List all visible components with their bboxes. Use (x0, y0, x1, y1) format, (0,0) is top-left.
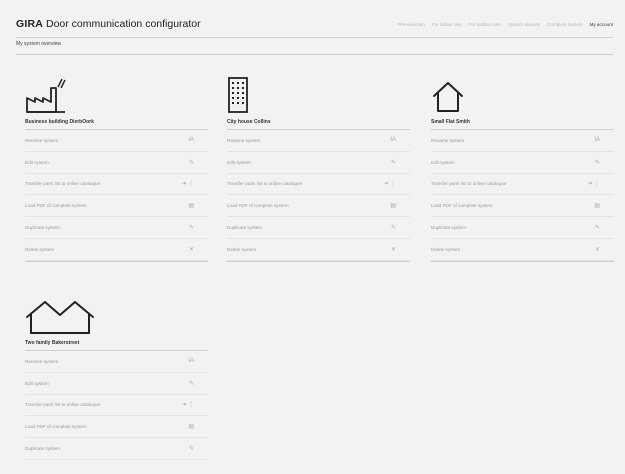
export-icon: ⇥ ⋮ (181, 181, 194, 188)
pdf-document-icon: ▤ (188, 203, 194, 210)
house-icon (433, 82, 463, 112)
action-label: Delete system (431, 246, 461, 252)
action-label: Transfer parts list to online catalogue (431, 181, 507, 187)
apartment-building-icon (228, 77, 248, 113)
page-title: My system overview (16, 41, 62, 47)
text-cursor-icon: IA (390, 137, 396, 144)
action-label: Rename system (227, 137, 261, 143)
action-label: Load PDF of complete system (25, 424, 87, 430)
nav-indoor[interactable]: For indoor use (432, 22, 462, 27)
close-icon: ✕ (390, 246, 396, 253)
action-label: Edit system (25, 159, 49, 165)
load-pdf-action[interactable]: Load PDF of complete system ▤ (431, 195, 614, 218)
title-divider (16, 54, 613, 55)
app-title: Door communication configurator (45, 18, 201, 30)
app-header: GIRA Door communication configurator Pre… (16, 14, 613, 34)
action-label: Load PDF of complete system (431, 203, 493, 209)
text-cursor-icon: IA (594, 137, 600, 144)
card-divider (25, 260, 208, 262)
action-label: Load PDF of complete system (25, 203, 87, 209)
nav-outdoor[interactable]: For outdoor use (468, 22, 500, 27)
transfer-parts-action[interactable]: Transfer parts list to online catalogue ⇥… (227, 174, 410, 196)
duplicate-system-action[interactable]: Duplicate system ✎ (431, 217, 614, 239)
action-label: Duplicate system (25, 225, 60, 231)
card-divider (431, 260, 614, 262)
action-label: Duplicate system (431, 225, 466, 231)
main-nav: Pre-selection For indoor use For outdoor… (398, 22, 613, 27)
duplicate-pencil-icon: ✎ (188, 446, 194, 453)
action-label: Delete system (25, 246, 55, 252)
pdf-document-icon: ▤ (390, 203, 396, 210)
system-card: City house Collins Rename system IA Edit … (227, 68, 410, 262)
action-label: Rename system (431, 137, 465, 143)
transfer-parts-action[interactable]: Transfer parts list to online catalogue ⇥… (25, 395, 208, 417)
action-label: Edit system (25, 380, 49, 386)
rename-system-action[interactable]: Rename system IA (25, 351, 208, 373)
export-icon: ⇥ ⋮ (181, 402, 194, 409)
action-label: Transfer parts list to online catalogue (25, 402, 101, 408)
nav-pre-selection[interactable]: Pre-selection (398, 22, 425, 27)
header-divider (16, 37, 613, 38)
pdf-document-icon: ▤ (594, 203, 600, 210)
text-cursor-icon: IA (188, 358, 194, 365)
action-label: Edit system (431, 159, 455, 165)
delete-system-action[interactable]: Delete system ✕ (431, 239, 614, 261)
edit-system-action[interactable]: Edit system ✎ (431, 152, 614, 174)
system-name[interactable]: Small Flat Smith (431, 116, 614, 130)
load-pdf-action[interactable]: Load PDF of complete system ▤ (227, 195, 410, 218)
load-pdf-action[interactable]: Load PDF of complete system ▤ (25, 416, 208, 439)
action-label: Rename system (25, 358, 59, 364)
duplicate-system-action[interactable]: Duplicate system ✎ (227, 217, 410, 239)
system-card: Business building DierbOork Rename syste… (25, 68, 208, 262)
action-label: Transfer parts list to online catalogue (227, 181, 303, 187)
rename-system-action[interactable]: Rename system IA (25, 130, 208, 152)
action-label: Load PDF of complete system (227, 203, 289, 209)
edit-system-action[interactable]: Edit system ✎ (227, 152, 410, 174)
gira-logo: GIRA (16, 18, 44, 30)
system-card: Two family Bakerstreet Rename system IA E… (25, 289, 208, 460)
action-label: Transfer parts list to online catalogue (25, 181, 101, 187)
app-brand[interactable]: GIRA Door communication configurator (16, 18, 201, 30)
duplicate-system-action[interactable]: Duplicate system ✎ (25, 438, 208, 460)
duplicate-pencil-icon: ✎ (188, 225, 194, 232)
duplicate-system-action[interactable]: Duplicate system ✎ (25, 217, 208, 239)
rename-system-action[interactable]: Rename system IA (227, 130, 410, 152)
pdf-document-icon: ▤ (188, 424, 194, 431)
system-card: Small Flat Smith Rename system IA Edit sy… (431, 68, 614, 262)
pencil-icon: ✎ (188, 159, 194, 166)
text-cursor-icon: IA (188, 137, 194, 144)
action-label: Edit system (227, 159, 251, 165)
export-icon: ⇥ ⋮ (383, 181, 396, 188)
edit-system-action[interactable]: Edit system ✎ (25, 152, 208, 174)
card-divider (227, 260, 410, 262)
delete-system-action[interactable]: Delete system ✕ (25, 239, 208, 261)
factory-icon (26, 78, 66, 113)
delete-system-action[interactable]: Delete system ✕ (227, 239, 410, 261)
system-name[interactable]: City house Collins (227, 116, 410, 130)
close-icon: ✕ (594, 246, 600, 253)
two-family-house-icon (26, 301, 94, 334)
system-name[interactable]: Business building DierbOork (25, 116, 208, 130)
action-label: Duplicate system (25, 446, 60, 452)
action-label: Delete system (227, 246, 257, 252)
pencil-icon: ✎ (390, 159, 396, 166)
edit-system-action[interactable]: Edit system ✎ (25, 373, 208, 395)
nav-system-devices[interactable]: System devices (508, 22, 540, 27)
action-label: Rename system (25, 137, 59, 143)
load-pdf-action[interactable]: Load PDF of complete system ▤ (25, 195, 208, 218)
pencil-icon: ✎ (594, 159, 600, 166)
nav-my-account[interactable]: My account (590, 22, 614, 27)
nav-complete-system[interactable]: Complete system (547, 22, 583, 27)
transfer-parts-action[interactable]: Transfer parts list to online catalogue ⇥… (431, 174, 614, 196)
system-name[interactable]: Two family Bakerstreet (25, 337, 208, 351)
pencil-icon: ✎ (188, 380, 194, 387)
duplicate-pencil-icon: ✎ (390, 225, 396, 232)
export-icon: ⇥ ⋮ (587, 181, 600, 188)
rename-system-action[interactable]: Rename system IA (431, 130, 614, 152)
action-label: Duplicate system (227, 225, 262, 231)
close-icon: ✕ (188, 246, 194, 253)
transfer-parts-action[interactable]: Transfer parts list to online catalogue ⇥… (25, 174, 208, 196)
duplicate-pencil-icon: ✎ (594, 225, 600, 232)
